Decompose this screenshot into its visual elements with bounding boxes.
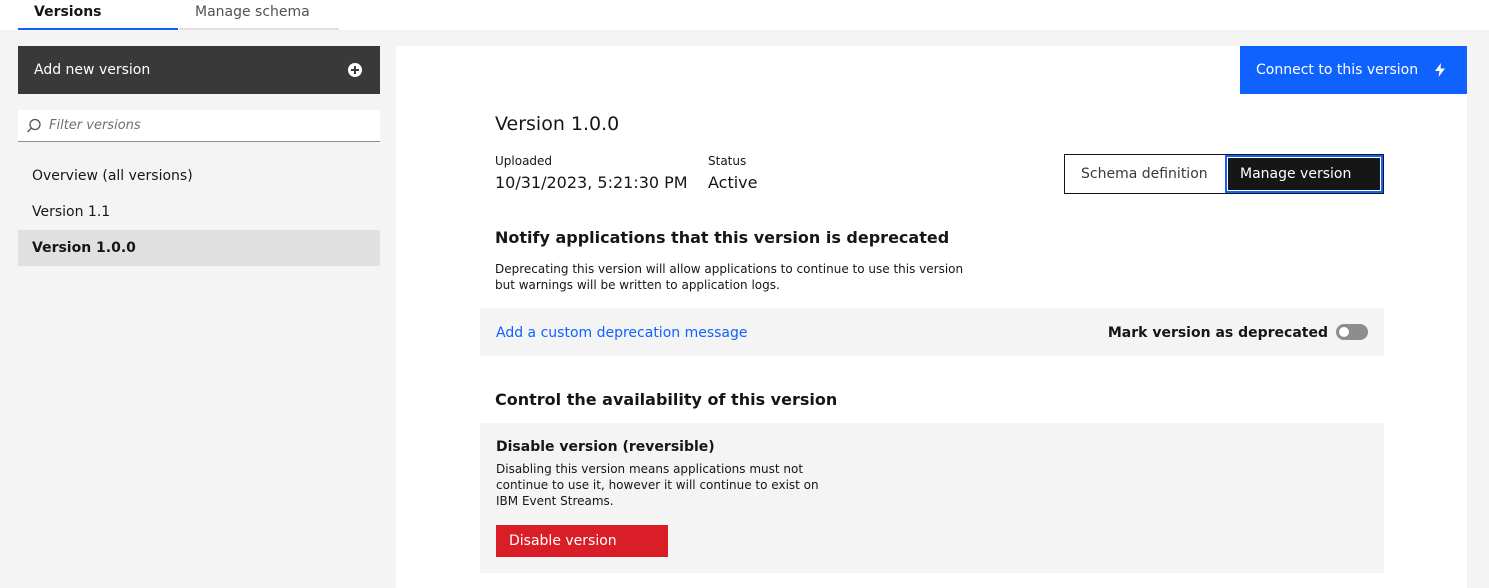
- disable-version-description: Disabling this version means application…: [496, 462, 819, 508]
- mark-deprecated-toggle[interactable]: [1336, 324, 1368, 340]
- add-filled-icon: [348, 63, 362, 77]
- connect-button-label: Connect to this version: [1256, 62, 1419, 78]
- version-detail-panel: Connect to this version Version 1.0.0 Up…: [396, 46, 1467, 588]
- toggle-knob: [1339, 327, 1349, 337]
- disable-version-button[interactable]: Disable version: [496, 525, 668, 557]
- mark-deprecated-label: Mark version as deprecated: [1107, 325, 1328, 341]
- add-new-version-button[interactable]: Add new version: [18, 46, 380, 94]
- sidebar-item-overview[interactable]: Overview (all versions): [18, 158, 380, 194]
- tab-versions[interactable]: Versions: [18, 0, 178, 30]
- add-new-version-label: Add new version: [34, 62, 151, 78]
- search-icon: [27, 118, 41, 133]
- filter-versions-search: [18, 110, 380, 142]
- page-title: Version 1.0.0: [495, 113, 620, 135]
- uploaded-label: Uploaded: [495, 154, 553, 168]
- deprecate-heading: Notify applications that this version is…: [495, 228, 950, 247]
- sidebar-item-version-1-0-0[interactable]: Version 1.0.0: [18, 230, 380, 266]
- connect-to-version-button[interactable]: Connect to this version: [1240, 46, 1467, 94]
- view-switcher: Schema definition Manage version: [1064, 154, 1384, 194]
- custom-deprecation-message-link[interactable]: Add a custom deprecation message: [496, 308, 748, 358]
- status-label: Status: [708, 154, 747, 168]
- top-tab-bar: Versions Manage schema: [0, 0, 1489, 30]
- disable-version-title: Disable version (reversible): [496, 439, 715, 455]
- deprecate-description: Deprecating this version will allow appl…: [495, 262, 964, 292]
- sidebar-item-version-1-1[interactable]: Version 1.1: [18, 194, 380, 230]
- tab-manage-schema[interactable]: Manage schema: [179, 0, 339, 30]
- manage-version-switch[interactable]: Manage version: [1225, 155, 1383, 193]
- deprecation-row: Add a custom deprecation message Mark ve…: [480, 308, 1384, 356]
- status-value: Active: [708, 173, 758, 192]
- disable-version-tile: Disable version (reversible) Disabling t…: [480, 423, 1384, 573]
- schema-definition-switch[interactable]: Schema definition: [1065, 155, 1225, 193]
- filter-versions-input[interactable]: [49, 110, 369, 141]
- uploaded-value: 10/31/2023, 5:21:30 PM: [495, 173, 688, 192]
- availability-heading: Control the availability of this version: [495, 390, 838, 409]
- lightning-icon: [1435, 63, 1445, 77]
